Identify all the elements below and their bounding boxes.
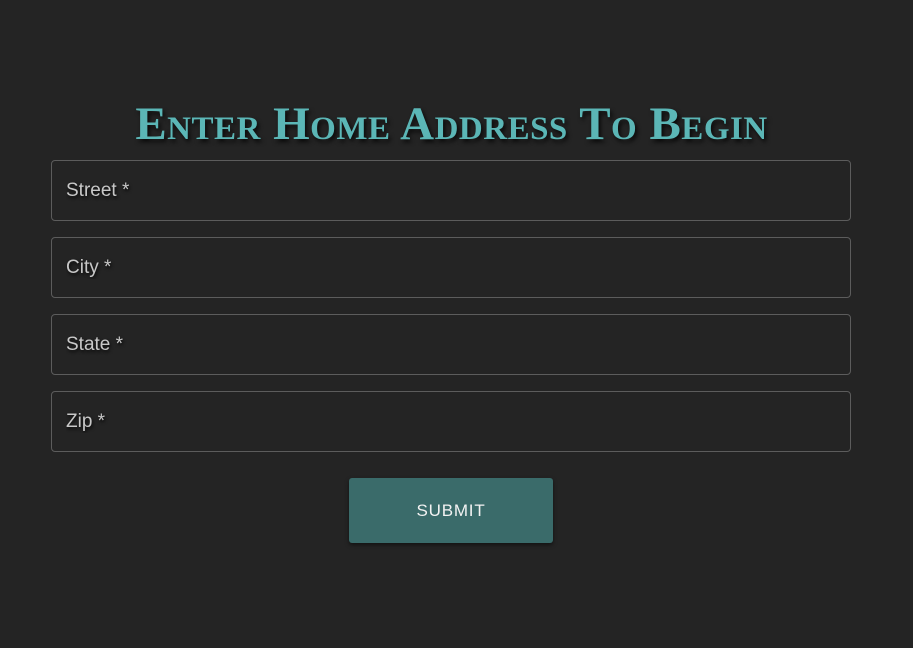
submit-button[interactable]: SUBMIT (349, 478, 553, 543)
city-input[interactable] (52, 238, 850, 297)
street-input[interactable] (52, 161, 850, 220)
street-field (51, 160, 851, 221)
state-input[interactable] (52, 315, 850, 374)
address-form (51, 160, 851, 468)
zip-field (51, 391, 851, 452)
state-field (51, 314, 851, 375)
city-field (51, 237, 851, 298)
zip-input[interactable] (52, 392, 850, 451)
address-form-page: Enter Home Address To Begin SUBMIT (0, 0, 913, 648)
page-title: Enter Home Address To Begin (135, 98, 768, 150)
